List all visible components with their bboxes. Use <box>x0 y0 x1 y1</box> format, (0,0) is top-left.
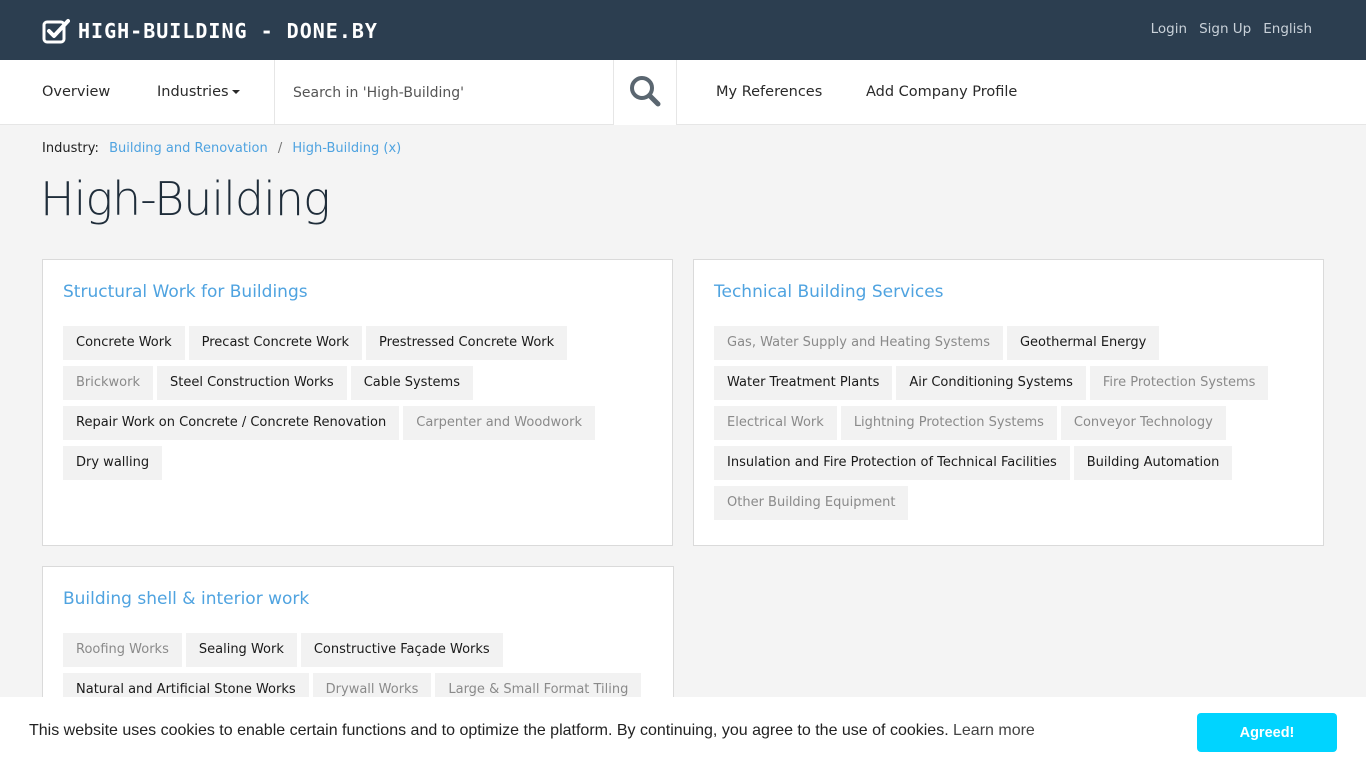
breadcrumb-separator: / <box>277 141 283 156</box>
nav-industries-dropdown[interactable]: Industries <box>157 84 240 100</box>
nav-overview[interactable]: Overview <box>42 84 110 100</box>
tag-sealing-work[interactable]: Sealing Work <box>185 633 297 667</box>
tag-steel-construction-works[interactable]: Steel Construction Works <box>157 366 347 400</box>
check-square-icon <box>42 18 70 44</box>
card-title-structural-work[interactable]: Structural Work for Buildings <box>63 282 308 302</box>
nav-my-references[interactable]: My References <box>716 84 822 100</box>
top-links: Login Sign Up English <box>1151 21 1312 37</box>
tag-list: Gas, Water Supply and Heating Systems Ge… <box>714 326 1309 520</box>
tag-electrical-work[interactable]: Electrical Work <box>714 406 837 440</box>
tag-other-building-equipment[interactable]: Other Building Equipment <box>714 486 909 520</box>
nav-industries-label: Industries <box>157 84 229 100</box>
tag-water-treatment-plants[interactable]: Water Treatment Plants <box>714 366 893 400</box>
category-card-technical-services: Technical Building Services Gas, Water S… <box>693 259 1324 546</box>
tag-insulation-fire-protection[interactable]: Insulation and Fire Protection of Techni… <box>714 446 1070 480</box>
tag-carpenter-woodwork[interactable]: Carpenter and Woodwork <box>403 406 595 440</box>
tag-gas-water-heating[interactable]: Gas, Water Supply and Heating Systems <box>714 326 1003 360</box>
search-button[interactable] <box>614 60 677 125</box>
nav-add-company-profile[interactable]: Add Company Profile <box>866 84 1017 100</box>
tag-air-conditioning-systems[interactable]: Air Conditioning Systems <box>896 366 1086 400</box>
brand-name: HIGH-BUILDING - DONE.BY <box>78 19 378 43</box>
main-navbar: Overview Industries My References Add Co… <box>0 60 1366 125</box>
tag-dry-walling[interactable]: Dry walling <box>63 446 163 480</box>
brand-logo[interactable]: HIGH-BUILDING - DONE.BY <box>42 18 378 44</box>
tag-building-automation[interactable]: Building Automation <box>1073 446 1233 480</box>
tag-roofing-works[interactable]: Roofing Works <box>63 633 182 667</box>
language-link[interactable]: English <box>1263 21 1312 37</box>
tag-cable-systems[interactable]: Cable Systems <box>350 366 473 400</box>
search-box <box>274 60 614 125</box>
cookie-banner: This website uses cookies to enable cert… <box>0 697 1366 768</box>
tag-precast-concrete-work[interactable]: Precast Concrete Work <box>188 326 363 360</box>
tag-lightning-protection[interactable]: Lightning Protection Systems <box>840 406 1057 440</box>
top-header: HIGH-BUILDING - DONE.BY Login Sign Up En… <box>0 0 1366 60</box>
search-input[interactable] <box>275 60 613 125</box>
tag-list: Concrete Work Precast Concrete Work Pres… <box>63 326 658 480</box>
category-card-structural-work: Structural Work for Buildings Concrete W… <box>42 259 673 546</box>
breadcrumb-label: Industry: <box>42 141 99 156</box>
card-title-building-shell[interactable]: Building shell & interior work <box>63 589 309 609</box>
card-title-technical-services[interactable]: Technical Building Services <box>714 282 944 302</box>
cookie-message: This website uses cookies to enable cert… <box>29 722 949 739</box>
cookie-learn-more-link[interactable]: Learn more <box>953 722 1035 740</box>
cookie-accept-button[interactable]: Agreed! <box>1197 713 1337 752</box>
login-link[interactable]: Login <box>1151 21 1187 37</box>
breadcrumb-item-high-building[interactable]: High-Building (x) <box>292 141 401 156</box>
tag-list: Roofing Works Sealing Work Constructive … <box>63 633 659 707</box>
tag-repair-work-concrete[interactable]: Repair Work on Concrete / Concrete Renov… <box>63 406 400 440</box>
tag-constructive-facade-works[interactable]: Constructive Façade Works <box>300 633 503 667</box>
caret-down-icon <box>231 90 240 94</box>
tag-conveyor-technology[interactable]: Conveyor Technology <box>1060 406 1226 440</box>
tag-brickwork[interactable]: Brickwork <box>63 366 154 400</box>
tag-geothermal-energy[interactable]: Geothermal Energy <box>1006 326 1160 360</box>
search-icon <box>628 74 662 112</box>
breadcrumb: Industry: Building and Renovation / High… <box>42 141 401 156</box>
page-title: High-Building <box>40 172 331 226</box>
tag-fire-protection-systems[interactable]: Fire Protection Systems <box>1089 366 1269 400</box>
tag-prestressed-concrete-work[interactable]: Prestressed Concrete Work <box>366 326 568 360</box>
breadcrumb-item-building-renovation[interactable]: Building and Renovation <box>109 141 268 156</box>
signup-link[interactable]: Sign Up <box>1199 21 1251 37</box>
tag-concrete-work[interactable]: Concrete Work <box>63 326 185 360</box>
